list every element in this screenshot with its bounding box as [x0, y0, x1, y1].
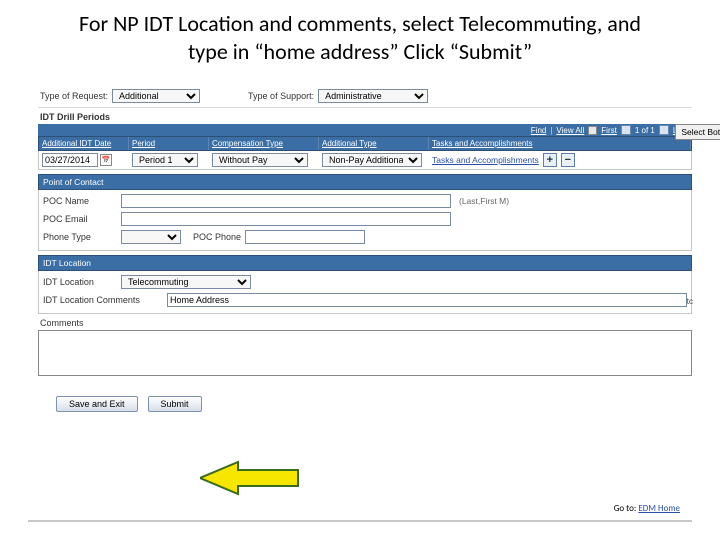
request-header-row: Type of Request: Additional Type of Supp… [38, 83, 692, 108]
idt-location-comments-input[interactable] [167, 293, 687, 307]
poc-name-input[interactable] [121, 194, 451, 208]
app-screenshot-frame: Type of Request: Additional Type of Supp… [38, 83, 692, 412]
tc-ghost-text: tc [687, 297, 693, 306]
view-all-link[interactable]: View All [556, 126, 584, 135]
idt-location-select[interactable]: Telecommuting [121, 275, 251, 289]
remove-row-button[interactable]: − [561, 153, 575, 167]
callout-arrow-icon [200, 458, 300, 510]
poc-name-hint: (Last,First M) [459, 196, 509, 206]
comments-textarea[interactable] [38, 330, 692, 376]
type-of-support-label: Type of Support: [248, 91, 314, 101]
col-tasks[interactable]: Tasks and Accomplishments [429, 137, 691, 150]
save-and-exit-button[interactable]: Save and Exit [56, 396, 138, 412]
find-link[interactable]: Find [531, 126, 547, 135]
slide-title: For NP IDT Location and comments, select… [0, 0, 720, 71]
phone-type-select[interactable] [121, 230, 181, 244]
additional-type-select[interactable]: Non-Pay Additional [322, 153, 422, 167]
col-date[interactable]: Additional IDT Date [39, 137, 129, 150]
next-icon[interactable] [659, 125, 669, 135]
poc-phone-label: POC Phone [193, 232, 241, 242]
divider [28, 520, 692, 522]
poc-name-label: POC Name [43, 196, 117, 206]
idt-location-section-header: IDT Location [38, 255, 692, 271]
poc-email-label: POC Email [43, 214, 117, 224]
grid-header: Additional IDT Date Period Compensation … [38, 136, 692, 151]
compensation-type-select[interactable]: Without Pay [212, 153, 308, 167]
col-period[interactable]: Period [129, 137, 209, 150]
idt-location-label: IDT Location [43, 277, 117, 287]
goto-label: Go to: [614, 503, 637, 514]
phone-type-label: Phone Type [43, 232, 117, 242]
grid-find-bar: Find | View All First 1 of 1 Last [38, 124, 692, 136]
button-row: Save and Exit Submit [38, 396, 692, 412]
col-addl[interactable]: Additional Type [319, 137, 429, 150]
submit-button[interactable]: Submit [148, 396, 202, 412]
add-row-button[interactable]: + [543, 153, 557, 167]
poc-section: POC Name (Last,First M) POC Email Phone … [38, 190, 692, 251]
col-comp[interactable]: Compensation Type [209, 137, 319, 150]
type-of-request-label: Type of Request: [40, 91, 108, 101]
calendar-icon[interactable]: 📅 [100, 154, 112, 166]
comments-label: Comments [40, 318, 690, 328]
tasks-accomplishments-link[interactable]: Tasks and Accomplishments [432, 155, 539, 165]
idt-location-section: IDT Location Telecommuting IDT Location … [38, 271, 692, 314]
row-count: 1 of 1 [635, 126, 655, 135]
first-link[interactable]: First [601, 126, 617, 135]
select-both-periods-button[interactable]: Select Both Periods [675, 124, 720, 140]
poc-section-header: Point of Contact [38, 174, 692, 190]
table-row: 📅 Period 1 Without Pay Non-Pay Additiona… [38, 151, 692, 170]
addl-idt-date-input[interactable] [42, 153, 98, 167]
idt-drill-periods-label: IDT Drill Periods [40, 112, 690, 122]
type-of-request-select[interactable]: Additional [112, 89, 200, 103]
poc-phone-input[interactable] [245, 230, 365, 244]
type-of-support-select[interactable]: Administrative [318, 89, 428, 103]
search-icon[interactable] [588, 126, 597, 135]
edm-home-link[interactable]: EDM Home [638, 503, 680, 514]
poc-email-input[interactable] [121, 212, 451, 226]
goto-nav: Go to: EDM Home [614, 503, 680, 514]
prev-icon[interactable] [621, 125, 631, 135]
period-select[interactable]: Period 1 [132, 153, 198, 167]
idt-location-comments-label: IDT Location Comments [43, 295, 163, 305]
